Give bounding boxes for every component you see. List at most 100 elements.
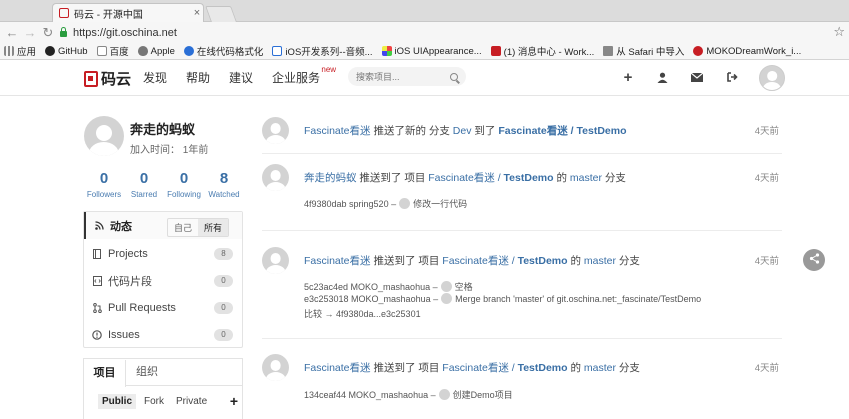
search-input[interactable] xyxy=(356,71,450,82)
user-icon[interactable] xyxy=(655,70,669,84)
sidebar-menu: 动态 自己 所有 Projects 8 代码片段 0 Pull Requests… xyxy=(83,211,243,348)
commit-hash[interactable]: 4f9380dab spring520 – xyxy=(304,199,396,209)
actor-link[interactable]: 奔走的蚂蚁 xyxy=(304,172,357,184)
stat-starred[interactable]: 0 Starred xyxy=(124,170,164,199)
compare-link[interactable]: 比较 → 4f9380da...e3c25301 xyxy=(304,307,421,320)
sidebar-item-issues[interactable]: Issues 0 xyxy=(84,321,242,348)
bookmark-safari-import[interactable]: 从 Safari 中导入 xyxy=(603,44,684,58)
back-arrow-icon[interactable]: ← xyxy=(3,25,21,40)
nav-discover[interactable]: 发现 xyxy=(143,69,167,86)
close-tab-icon[interactable]: × xyxy=(191,7,203,19)
repo-link[interactable]: TestDemo xyxy=(504,172,554,184)
project-filters: Public Fork Private + xyxy=(84,386,242,409)
bookmark-ios-appearance[interactable]: iOS UIAppearance... xyxy=(381,46,482,57)
commit-hash[interactable]: 5c23ac4ed MOKO_mashaohua – xyxy=(304,282,438,292)
code-icon xyxy=(92,275,102,286)
issue-icon xyxy=(92,329,102,340)
user-avatar[interactable] xyxy=(759,65,785,91)
bookmark-code-format[interactable]: 在线代码格式化 xyxy=(183,44,263,58)
bookmark-apple[interactable]: Apple xyxy=(137,46,175,57)
commit-avatar xyxy=(441,293,453,304)
apps-grid-icon xyxy=(4,46,14,56)
bookmark-mokodream[interactable]: MOKODreamWork_i... xyxy=(693,46,801,57)
commit-avatar xyxy=(438,389,450,400)
profile-name[interactable]: 奔走的蚂蚁 xyxy=(130,119,195,138)
forward-arrow-icon[interactable]: → xyxy=(21,25,39,40)
commit-avatar xyxy=(399,198,411,209)
share-button[interactable] xyxy=(803,249,825,271)
filter-public[interactable]: Public xyxy=(98,393,137,409)
bookmark-baidu[interactable]: 百度 xyxy=(96,44,129,58)
sidebar-item-projects[interactable]: Projects 8 xyxy=(84,240,242,267)
sidebar-item-snippets[interactable]: 代码片段 0 xyxy=(84,267,242,294)
reload-icon[interactable]: ↻ xyxy=(39,25,57,41)
tab-orgs[interactable]: 组织 xyxy=(126,359,168,385)
branch-link[interactable]: master xyxy=(584,362,616,374)
commit-message: 空格 xyxy=(454,282,473,292)
profile-avatar[interactable] xyxy=(84,116,124,156)
repo-link[interactable]: Fascinate看迷 / TestDemo xyxy=(498,125,626,137)
pull-request-icon xyxy=(92,302,102,313)
url-field[interactable]: https://git.oschina.net xyxy=(60,24,827,41)
event-avatar[interactable] xyxy=(262,247,289,274)
scope-self[interactable]: 自己 xyxy=(168,219,198,236)
branch-link[interactable]: Dev xyxy=(453,125,472,137)
actor-link[interactable]: Fascinate看迷 xyxy=(304,255,371,267)
sidebar-item-pull-requests[interactable]: Pull Requests 0 xyxy=(84,294,242,321)
actor-link[interactable]: Fascinate看迷 xyxy=(304,362,371,374)
bookmark-apps[interactable]: 应用 xyxy=(4,44,36,58)
browser-tab[interactable]: 码云 - 开源中国 × xyxy=(52,3,204,22)
stat-following[interactable]: 0 Following xyxy=(164,170,204,199)
bookmark-messages[interactable]: (1) 消息中心 - Work... xyxy=(490,44,594,58)
url-text[interactable]: https://git.oschina.net xyxy=(73,27,177,39)
repo-owner-link[interactable]: Fascinate看迷 / xyxy=(442,255,517,267)
event-time: 4天前 xyxy=(754,256,779,267)
logout-icon[interactable] xyxy=(725,70,739,84)
branch-link[interactable]: master xyxy=(584,255,616,267)
gitee-logo[interactable]: 码云 xyxy=(84,68,131,89)
bookmark-star-icon[interactable]: ☆ xyxy=(833,24,845,40)
nav-suggest[interactable]: 建议 xyxy=(229,69,253,86)
sidebar-item-activity[interactable]: 动态 自己 所有 xyxy=(84,212,242,239)
page-icon xyxy=(96,46,107,56)
event-avatar[interactable] xyxy=(262,354,289,381)
event-avatar[interactable] xyxy=(262,117,289,144)
event-time: 4天前 xyxy=(754,126,779,137)
page-icon xyxy=(272,46,283,56)
commit-message: Merge branch 'master' of git.oschina.net… xyxy=(455,293,702,304)
nav-enterprise[interactable]: 企业服务 new xyxy=(272,65,336,86)
plus-icon[interactable]: + xyxy=(621,69,635,86)
tab-projects[interactable]: 项目 xyxy=(84,360,126,387)
bookmark-ios-audio[interactable]: iOS开发系列--音频... xyxy=(272,44,373,58)
book-icon xyxy=(92,248,102,259)
nav-help[interactable]: 帮助 xyxy=(186,69,210,86)
tab-title: 码云 - 开源中国 xyxy=(74,9,143,21)
stat-followers[interactable]: 0 Followers xyxy=(84,170,124,199)
profile-joined: 加入时间： 1年前 xyxy=(130,145,209,156)
browser-tabbar: 码云 - 开源中国 × xyxy=(0,0,849,22)
new-project-plus-icon[interactable]: + xyxy=(230,393,238,409)
commit-row: 5c23ac4ed MOKO_mashaohua – 空格 xyxy=(304,280,473,293)
bookmark-github[interactable]: GitHub xyxy=(45,46,88,57)
filter-private[interactable]: Private xyxy=(172,394,211,409)
commit-row: 134ceaf44 MOKO_mashaohua – 创建Demo项目 xyxy=(304,388,513,401)
mail-icon[interactable] xyxy=(690,70,704,84)
filter-fork[interactable]: Fork xyxy=(140,394,168,409)
repo-owner-link[interactable]: Fascinate看迷 / xyxy=(442,362,517,374)
commit-hash[interactable]: e3c253018 MOKO_mashaohua – xyxy=(304,294,438,304)
search-icon[interactable] xyxy=(450,72,458,81)
repo-link[interactable]: TestDemo xyxy=(518,362,568,374)
new-tab-button[interactable] xyxy=(205,6,237,22)
commit-avatar xyxy=(440,281,452,292)
repo-link[interactable]: TestDemo xyxy=(518,255,568,267)
repo-owner-link[interactable]: Fascinate看迷 / xyxy=(428,172,503,184)
scope-all[interactable]: 所有 xyxy=(197,219,228,236)
activity-scope-toggle: 自己 所有 xyxy=(166,218,229,237)
event-avatar[interactable] xyxy=(262,164,289,191)
commit-hash[interactable]: 134ceaf44 MOKO_mashaohua – xyxy=(304,390,436,400)
apple-icon xyxy=(137,46,148,56)
actor-link[interactable]: Fascinate看迷 xyxy=(304,125,371,137)
stat-watched[interactable]: 8 Watched xyxy=(204,170,244,199)
branch-link[interactable]: master xyxy=(570,172,602,184)
event-description: 奔走的蚂蚁 推送到了 项目 Fascinate看迷 / TestDemo 的 m… xyxy=(304,172,626,184)
